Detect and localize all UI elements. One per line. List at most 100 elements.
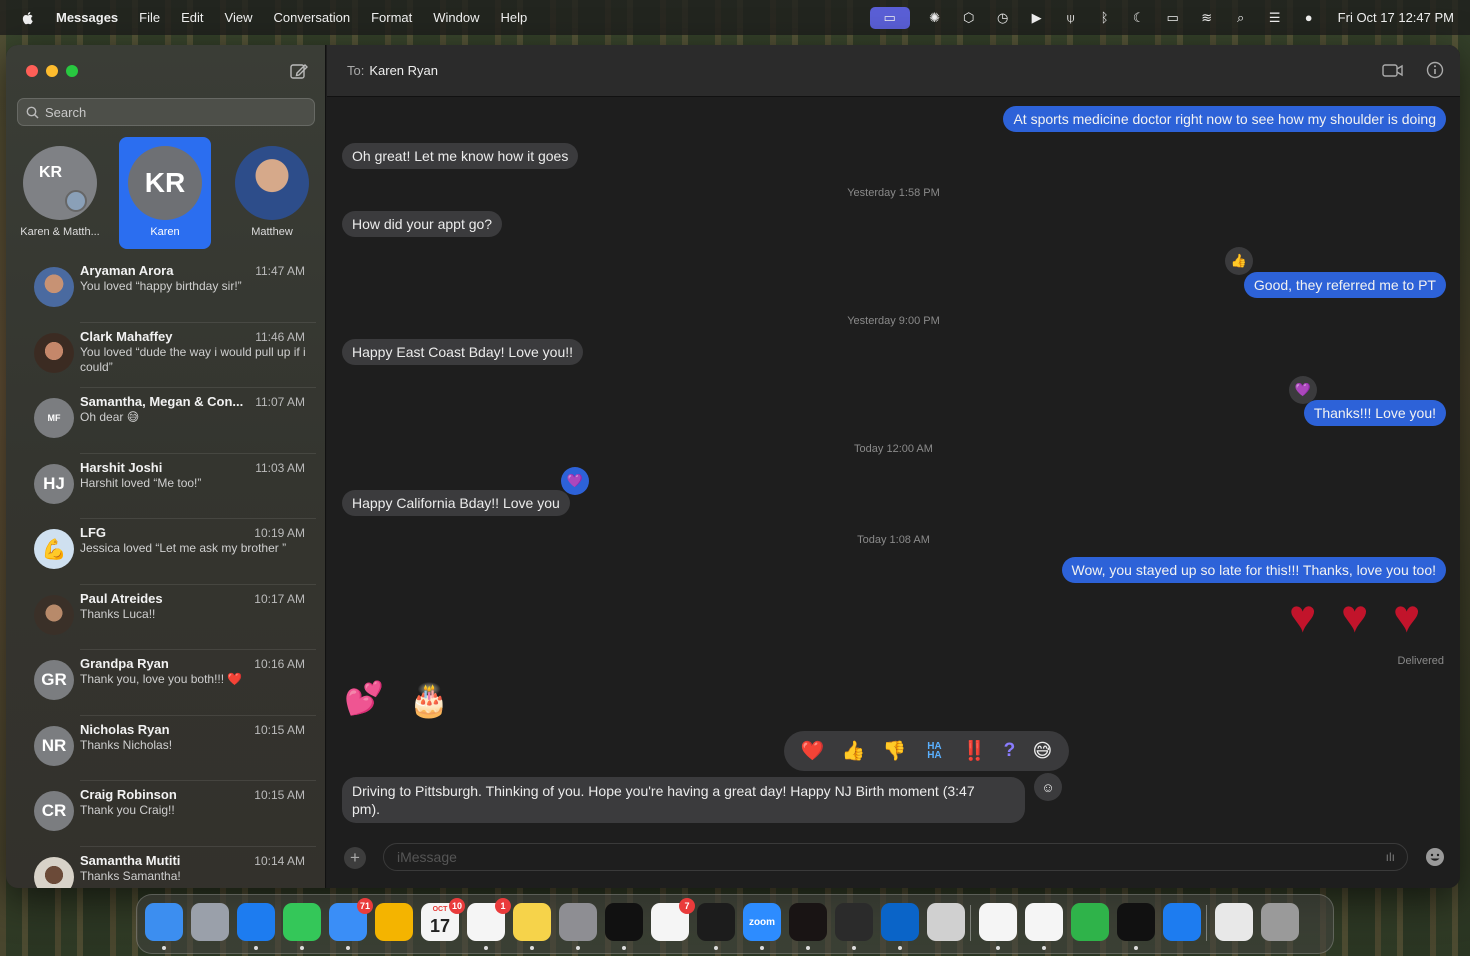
dock-chatgpt-icon[interactable] xyxy=(605,903,643,941)
message-input[interactable]: iMessage ılı xyxy=(383,843,1408,871)
compose-icon[interactable] xyxy=(289,61,309,81)
menu-conversation[interactable]: Conversation xyxy=(273,10,350,25)
voice-waveform-icon[interactable]: ılı xyxy=(1386,850,1395,864)
dock-zotero-icon[interactable] xyxy=(1025,903,1063,941)
photo-avatar xyxy=(34,267,74,307)
haha-reaction-icon[interactable]: HA HA xyxy=(923,742,945,761)
red-heart-icon: ♥ xyxy=(1393,590,1421,642)
thumbs-down-reaction-icon[interactable]: 👎 xyxy=(883,739,907,763)
siri-icon[interactable]: ● xyxy=(1300,10,1318,26)
menu-window[interactable]: Window xyxy=(433,10,479,25)
menu-clock[interactable]: Fri Oct 17 12:47 PM xyxy=(1338,10,1454,25)
list-item[interactable]: Samantha Mutiti 10:14 AM Thanks Samantha… xyxy=(6,847,326,888)
dock-chrome-icon[interactable] xyxy=(979,903,1017,941)
dock-slack-icon[interactable]: 7 xyxy=(651,898,695,941)
dock-trash-icon[interactable] xyxy=(1261,903,1299,941)
conversation-preview: You loved “happy birthday sir!” xyxy=(80,279,242,293)
info-icon[interactable] xyxy=(1426,61,1444,79)
dock-documents-icon[interactable] xyxy=(1215,903,1253,941)
calendar-month: OCT xyxy=(432,906,448,913)
menu-edit[interactable]: Edit xyxy=(181,10,203,25)
box-status-icon[interactable]: ⬡ xyxy=(960,10,978,26)
dock-notes-icon[interactable] xyxy=(513,903,551,941)
apple-menu-icon[interactable] xyxy=(20,10,36,26)
dock-outlook-icon[interactable] xyxy=(881,903,919,941)
menu-view[interactable]: View xyxy=(225,10,253,25)
list-item[interactable]: Clark Mahaffey 11:46 AM You loved “dude … xyxy=(6,323,326,389)
dock-spotify-icon[interactable] xyxy=(789,903,827,941)
list-item[interactable]: Paul Atreides 10:17 AM Thanks Luca!! xyxy=(6,585,326,651)
message-bubble-incoming[interactable]: Driving to Pittsburgh. Thinking of you. … xyxy=(342,777,1025,823)
heart-tapback-icon: 💜 xyxy=(561,467,589,495)
list-item[interactable]: CR Craig Robinson 10:15 AM Thank you Cra… xyxy=(6,781,326,847)
battery-icon[interactable]: ▭ xyxy=(1164,10,1182,26)
thumbs-up-reaction-icon[interactable]: 👍 xyxy=(842,739,866,763)
bluetooth-icon[interactable]: ᛒ xyxy=(1096,10,1114,26)
dock-photos-icon[interactable] xyxy=(375,903,413,941)
search-field[interactable]: Search xyxy=(17,98,315,126)
message-bubble-outgoing[interactable]: Wow, you stayed up so late for this!!! T… xyxy=(1061,557,1446,583)
list-item[interactable]: 💪 LFG 10:19 AM Jessica loved “Let me ask… xyxy=(6,519,326,585)
focus-moon-icon[interactable]: ☾ xyxy=(1130,10,1148,26)
list-item[interactable]: MF Samantha, Megan & Con... 11:07 AM Oh … xyxy=(6,388,326,454)
menu-format[interactable]: Format xyxy=(371,10,412,25)
facetime-video-icon[interactable] xyxy=(1382,61,1404,79)
dock-launchpad-icon[interactable] xyxy=(191,903,229,941)
recipient-name[interactable]: Karen Ryan xyxy=(369,63,438,78)
dock-safari-icon[interactable] xyxy=(237,903,275,941)
list-item[interactable]: NR Nicholas Ryan 10:15 AM Thanks Nichola… xyxy=(6,716,326,782)
dock-reminders-icon[interactable]: 1 xyxy=(467,898,511,941)
wifi-icon[interactable]: ≋ xyxy=(1198,10,1216,26)
dock-iphone-mirroring-icon[interactable] xyxy=(927,903,965,941)
pinned-karen[interactable]: KR Karen xyxy=(119,137,211,249)
emoji-picker-icon[interactable] xyxy=(1424,846,1446,868)
dock-calendar-icon[interactable]: OCT 17 10 xyxy=(421,898,465,941)
screen-mirroring-icon[interactable]: ▭ xyxy=(869,6,910,29)
menu-help[interactable]: Help xyxy=(501,10,528,25)
plus-apps-button[interactable]: + xyxy=(344,847,366,869)
time-machine-icon[interactable]: ◷ xyxy=(994,10,1012,26)
list-item[interactable]: Aryaman Arora 11:47 AM You loved “happy … xyxy=(6,257,326,323)
control-center-icon[interactable]: ☰ xyxy=(1266,10,1284,26)
pinned-matthew[interactable]: Matthew xyxy=(226,137,318,249)
exclamation-reaction-icon[interactable]: ‼️ xyxy=(963,739,987,763)
dock-cursor-icon[interactable] xyxy=(835,903,873,941)
running-indicator xyxy=(1134,946,1138,950)
antenna-icon[interactable]: ⍦ xyxy=(1062,10,1080,26)
chatgpt-status-icon[interactable]: ✺ xyxy=(926,10,944,26)
dock-zoom-icon[interactable]: zoom xyxy=(743,903,781,941)
question-reaction-icon[interactable]: ? xyxy=(1004,740,1016,762)
message-bubble-outgoing[interactable]: Thanks!!! Love you! xyxy=(1303,400,1446,426)
dock-exec-icon[interactable] xyxy=(1117,903,1155,941)
dock-mail-icon[interactable]: 71 xyxy=(329,898,373,941)
message-bubble-outgoing[interactable]: At sports medicine doctor right now to s… xyxy=(1003,106,1446,132)
message-bubble-incoming[interactable]: Happy California Bday!! Love you xyxy=(342,490,570,516)
add-tapback-icon[interactable]: ☺ xyxy=(1034,773,1062,801)
dock-safari-preview-icon[interactable] xyxy=(1163,903,1201,941)
dock-system-settings-icon[interactable] xyxy=(559,903,597,941)
menu-file[interactable]: File xyxy=(139,10,160,25)
sidebar: Search KR Karen & Matth... KR Karen Matt… xyxy=(6,45,326,888)
dock-finder-icon[interactable] xyxy=(145,903,183,941)
list-item[interactable]: GR Grandpa Ryan 10:16 AM Thank you, love… xyxy=(6,650,326,716)
close-window-button[interactable] xyxy=(26,65,38,77)
emoji-reaction-icon[interactable]: 😅 xyxy=(1033,740,1053,763)
message-bubble-incoming[interactable]: How did your appt go? xyxy=(342,211,503,237)
heart-reaction-icon[interactable]: ❤️ xyxy=(801,739,825,763)
dock-terminal-icon[interactable] xyxy=(697,903,735,941)
message-bubble-outgoing[interactable]: Good, they referred me to PT xyxy=(1243,272,1446,298)
flexed-biceps-icon: 💪 xyxy=(34,529,74,569)
running-indicator xyxy=(996,946,1000,950)
dock-numbers-icon[interactable] xyxy=(1071,903,1109,941)
zoom-window-button[interactable] xyxy=(66,65,78,77)
message-bubble-incoming[interactable]: Happy East Coast Bday! Love you!! xyxy=(342,339,584,365)
minimize-window-button[interactable] xyxy=(46,65,58,77)
menu-app-messages[interactable]: Messages xyxy=(56,10,118,25)
pinned-karen-matthew[interactable]: KR Karen & Matth... xyxy=(14,137,106,249)
message-bubble-incoming[interactable]: Oh great! Let me know how it goes xyxy=(342,143,579,169)
dock-messages-icon[interactable] xyxy=(283,903,321,941)
play-icon[interactable]: ▶ xyxy=(1028,10,1046,26)
conversation-time: 11:03 AM xyxy=(255,460,305,475)
list-item[interactable]: HJ Harshit Joshi 11:03 AM Harshit loved … xyxy=(6,454,326,520)
spotlight-search-icon[interactable]: ⌕ xyxy=(1232,10,1250,26)
